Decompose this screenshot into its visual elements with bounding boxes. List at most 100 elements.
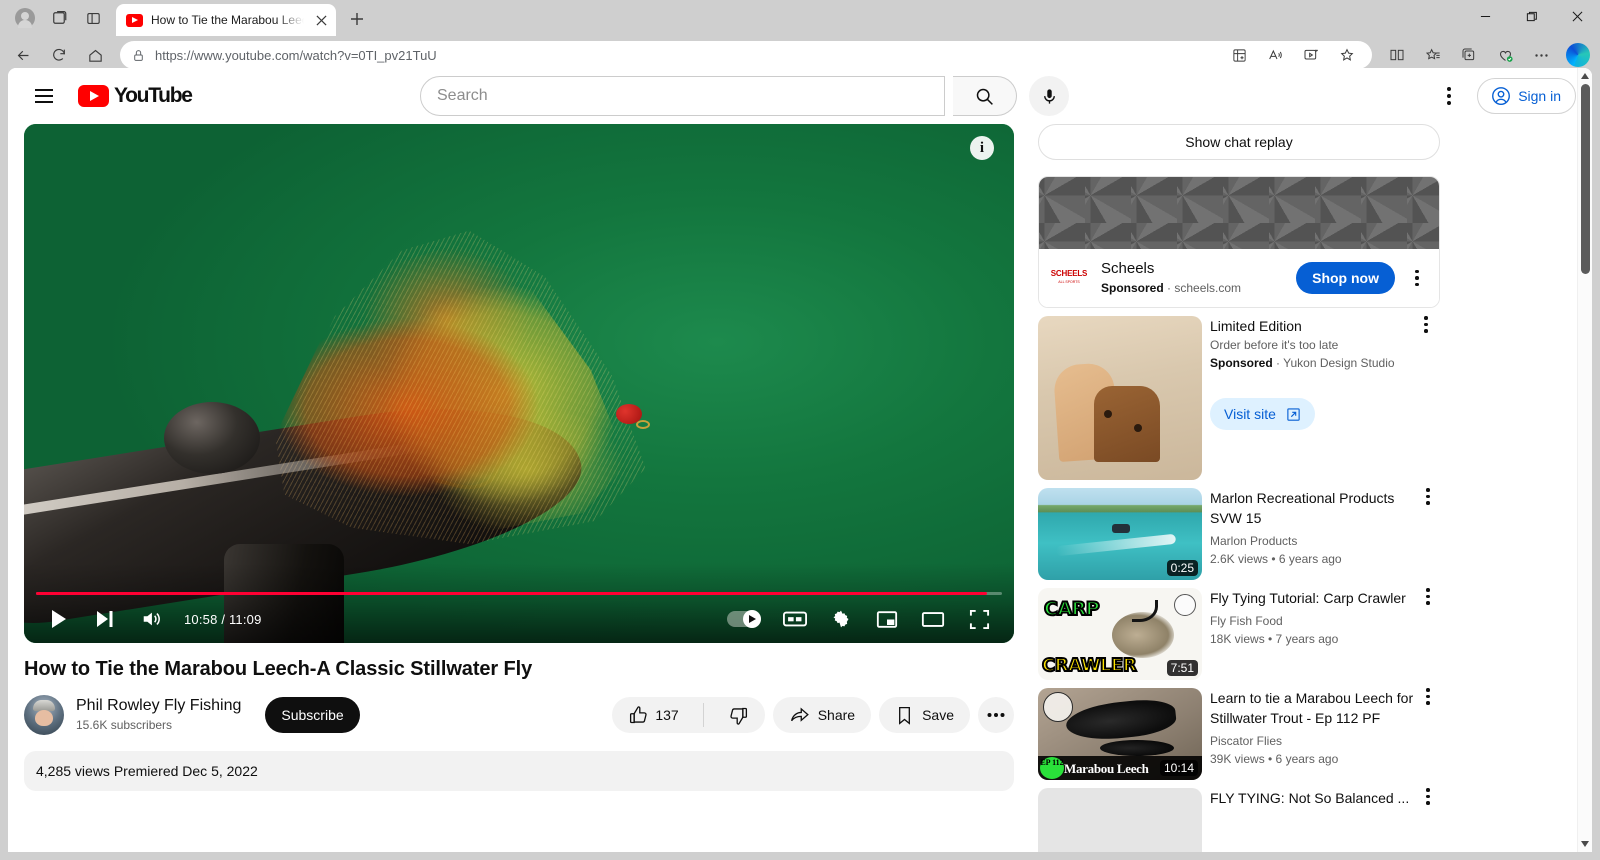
minimize-button[interactable] <box>1462 0 1508 32</box>
maximize-button[interactable] <box>1508 0 1554 32</box>
panel-icon[interactable] <box>76 3 110 33</box>
profile-icon[interactable] <box>8 3 42 33</box>
video-meta: 2.6K views • 6 years ago <box>1210 552 1342 566</box>
copilot-icon[interactable] <box>1560 40 1594 70</box>
video-overlay-icon[interactable] <box>1294 40 1328 70</box>
description-box[interactable]: 4,285 views Premiered Dec 5, 2022 <box>24 751 1014 791</box>
like-button[interactable]: 137 <box>612 697 694 733</box>
favorites-icon[interactable] <box>1416 40 1450 70</box>
video-thumbnail[interactable]: 0:25 <box>1038 488 1202 580</box>
settings-button[interactable] <box>818 595 864 643</box>
video-player[interactable]: i 10:58 / 11:09 <box>24 124 1014 643</box>
close-window-button[interactable] <box>1554 0 1600 32</box>
scroll-up-arrow-icon[interactable] <box>1578 68 1592 84</box>
search-input[interactable] <box>437 87 944 105</box>
list-item[interactable]: Marabou Leech EP 112 10:14 Learn to tie … <box>1038 680 1440 780</box>
promo-kebab-menu-icon[interactable] <box>1414 316 1438 333</box>
subtitles-button[interactable] <box>772 595 818 643</box>
promo-sponsored-line: Sponsored · Yukon Design Studio <box>1210 354 1414 372</box>
video-thumbnail[interactable] <box>1038 788 1202 852</box>
browser-tab[interactable]: How to Tie the Marabou Leech-A <box>116 4 336 36</box>
read-aloud-icon[interactable] <box>1258 40 1292 70</box>
scroll-down-arrow-icon[interactable] <box>1578 836 1592 852</box>
shop-now-button[interactable]: Shop now <box>1296 262 1395 294</box>
back-arrow-icon[interactable] <box>6 40 40 70</box>
video-kebab-menu-icon[interactable] <box>1416 588 1440 605</box>
save-button[interactable]: Save <box>879 697 970 733</box>
miniplayer-button[interactable] <box>864 595 910 643</box>
theater-mode-button[interactable] <box>910 595 956 643</box>
figure-eye-1 <box>1104 410 1112 418</box>
banner-ad-card[interactable]: SCHEELS ALL SPORTS Scheels Sponsored · s… <box>1038 176 1440 308</box>
fly-fish-food-logo-icon <box>1174 594 1196 616</box>
autoplay-toggle[interactable] <box>726 595 772 643</box>
split-screen-icon[interactable] <box>1380 40 1414 70</box>
ad-banner-image <box>1039 177 1439 249</box>
video-channel[interactable]: Fly Fish Food <box>1210 612 1440 630</box>
next-track-icon <box>97 611 113 627</box>
video-kebab-menu-icon[interactable] <box>1416 688 1440 705</box>
app-grid-icon[interactable] <box>1222 40 1256 70</box>
kebab-menu-icon[interactable] <box>1429 76 1469 116</box>
play-icon <box>52 610 66 628</box>
share-label: Share <box>817 707 856 723</box>
share-button[interactable]: Share <box>772 697 872 733</box>
volume-button[interactable] <box>128 595 174 643</box>
search-input-wrapper[interactable] <box>420 76 945 116</box>
video-title[interactable]: FLY TYING: Not So Balanced ... <box>1210 788 1416 808</box>
promoted-video-card[interactable]: Limited Edition Order before it's too la… <box>1038 308 1440 480</box>
ad-kebab-menu-icon[interactable] <box>1405 269 1429 287</box>
video-title[interactable]: Fly Tying Tutorial: Carp Crawler <box>1210 588 1416 608</box>
browser-essentials-icon[interactable] <box>1488 40 1522 70</box>
list-item[interactable]: FLY TYING: Not So Balanced ... <box>1038 780 1440 852</box>
ad-text: Scheels Sponsored · scheels.com <box>1101 259 1286 297</box>
video-channel[interactable]: Piscator Flies <box>1210 732 1440 750</box>
list-item[interactable]: 0:25 Marlon Recreational Products SVW 15… <box>1038 480 1440 580</box>
show-chat-replay-button[interactable]: Show chat replay <box>1038 124 1440 160</box>
external-link-icon <box>1287 407 1300 421</box>
search-button[interactable] <box>953 76 1017 116</box>
youtube-logo[interactable]: YouTube <box>78 84 193 108</box>
collections-icon[interactable] <box>1452 40 1486 70</box>
address-bar[interactable]: https://www.youtube.com/watch?v=0TI_pv21… <box>120 41 1372 69</box>
video-kebab-menu-icon[interactable] <box>1416 788 1440 805</box>
video-thumbnail[interactable]: CARP CRAWLER 7:51 <box>1038 588 1202 680</box>
advertiser-logo-sub: ALL SPORTS <box>1058 280 1080 284</box>
video-channel[interactable]: Marlon Products <box>1210 532 1440 550</box>
sign-in-button[interactable]: Sign in <box>1477 78 1576 114</box>
hamburger-icon[interactable] <box>24 76 64 116</box>
video-title[interactable]: Marlon Recreational Products SVW 15 <box>1210 488 1416 528</box>
ad-separator: · <box>1167 281 1172 295</box>
list-item[interactable]: CARP CRAWLER 7:51 Fly Tying Tutorial: Ca… <box>1038 580 1440 680</box>
star-icon[interactable] <box>1330 40 1364 70</box>
promo-title: Limited Edition <box>1210 318 1302 334</box>
voice-search-button[interactable] <box>1029 76 1069 116</box>
fullscreen-button[interactable] <box>956 595 1002 643</box>
home-icon[interactable] <box>78 40 112 70</box>
scrollbar-thumb[interactable] <box>1581 84 1590 274</box>
workspaces-icon[interactable] <box>42 3 76 33</box>
refresh-icon[interactable] <box>42 40 76 70</box>
episode-badge: EP 112 <box>1040 757 1064 779</box>
secondary-column: Show chat replay SCHEELS ALL SPORTS Sche… <box>1038 124 1440 852</box>
video-info-badge-icon[interactable]: i <box>970 136 994 160</box>
play-button[interactable] <box>36 595 82 643</box>
close-tab-icon[interactable] <box>312 11 330 29</box>
dislike-button[interactable] <box>712 697 765 733</box>
more-actions-button[interactable] <box>978 697 1014 733</box>
video-title[interactable]: Learn to tie a Marabou Leech for Stillwa… <box>1210 688 1416 728</box>
channel-name[interactable]: Phil Rowley Fly Fishing <box>76 696 241 716</box>
gear-icon <box>833 610 849 628</box>
youtube-content: i 10:58 / 11:09 How to Tie the Marabou L… <box>8 124 1592 852</box>
subscribe-button[interactable]: Subscribe <box>265 697 360 733</box>
channel-avatar[interactable] <box>24 695 64 735</box>
video-kebab-menu-icon[interactable] <box>1416 488 1440 505</box>
next-video-button[interactable] <box>82 595 128 643</box>
page-scrollbar[interactable] <box>1577 68 1592 852</box>
promo-thumbnail[interactable] <box>1038 316 1202 480</box>
visit-site-button[interactable]: Visit site <box>1210 398 1315 430</box>
new-tab-button[interactable] <box>342 5 372 33</box>
ellipsis-icon[interactable] <box>1524 40 1558 70</box>
advertiser-name: Scheels <box>1101 260 1155 277</box>
video-thumbnail[interactable]: Marabou Leech EP 112 10:14 <box>1038 688 1202 780</box>
